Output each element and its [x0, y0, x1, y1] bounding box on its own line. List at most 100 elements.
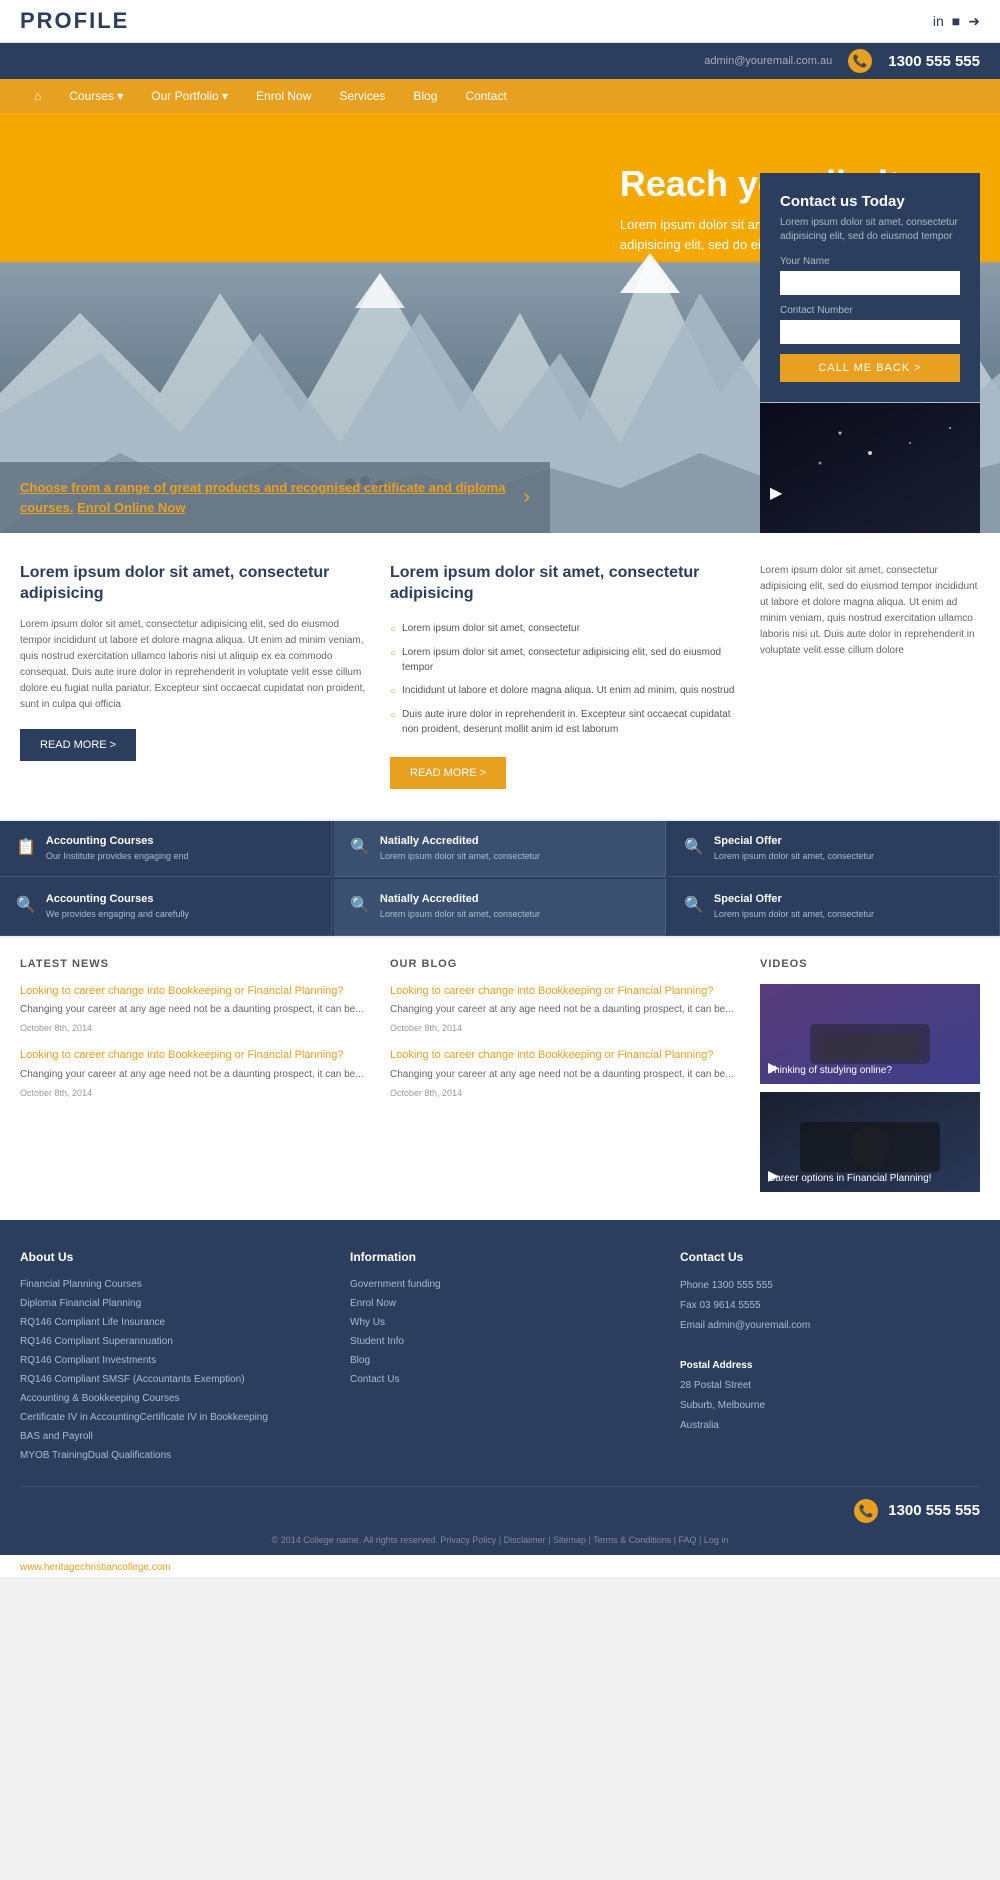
blog-link-2[interactable]: Looking to career change into Bookkeepin…	[390, 1048, 740, 1063]
col1-heading: Lorem ipsum dolor sit amet, consectetur …	[20, 563, 370, 605]
footer: About Us Financial Planning Courses Dipl…	[0, 1220, 1000, 1555]
copyright-text: © 2014 College name. All rights reserved…	[20, 1535, 980, 1545]
blog-link-1[interactable]: Looking to career change into Bookkeepin…	[390, 984, 740, 999]
latest-news-title: LATEST NEWS	[20, 958, 370, 970]
footer-contact-info: Phone 1300 555 555 Fax 03 9614 5555 Emai…	[680, 1276, 980, 1436]
latest-news-col: LATEST NEWS Looking to career change int…	[20, 958, 370, 1200]
video-card-1[interactable]: ▶ Thinking of studying online?	[760, 984, 980, 1084]
feature-icon-2: 🔍	[350, 837, 370, 857]
feature-item-6[interactable]: 🔍 Special Offer Lorem ipsum dolor sit am…	[668, 879, 1000, 936]
enrol-link[interactable]: Enrol Online Now	[77, 500, 185, 515]
footer-link[interactable]: BAS and Payroll	[20, 1431, 93, 1442]
nav-contact[interactable]: Contact	[451, 79, 520, 113]
footer-phone-icon: 📞	[854, 1499, 878, 1523]
feature-desc-1: Our Institute provides engaging end	[46, 850, 189, 863]
nav-portfolio[interactable]: Our Portfolio ▾	[137, 79, 242, 113]
footer-link[interactable]: Financial Planning Courses	[20, 1279, 142, 1290]
news-excerpt-2: Changing your career at any age need not…	[20, 1068, 370, 1082]
feature-title-3: Special Offer	[714, 835, 874, 847]
footer-link[interactable]: Why Us	[350, 1317, 385, 1328]
feature-icon-4: 🔍	[16, 895, 36, 915]
linkedin-icon[interactable]: in	[933, 13, 944, 30]
nav-home[interactable]: ⌂	[20, 79, 55, 113]
news-excerpt-1: Changing your career at any age need not…	[20, 1003, 370, 1017]
phone-number: 1300 555 555	[888, 53, 980, 70]
form-subtext: Lorem ipsum dolor sit amet, consectetur …	[780, 216, 960, 244]
footer-link[interactable]: RQ146 Compliant Life Insurance	[20, 1317, 165, 1328]
news-link-2[interactable]: Looking to career change into Bookkeepin…	[20, 1048, 370, 1063]
news-section: LATEST NEWS Looking to career change int…	[0, 938, 1000, 1220]
video-bg	[760, 403, 980, 533]
nav-blog[interactable]: Blog	[399, 79, 451, 113]
nav-enrol[interactable]: Enrol Now	[242, 79, 325, 113]
phone-input[interactable]	[780, 320, 960, 344]
blog-excerpt-2: Changing your career at any age need not…	[390, 1068, 740, 1082]
feature-title-1: Accounting Courses	[46, 835, 189, 847]
feature-item-1[interactable]: 📋 Accounting Courses Our Institute provi…	[0, 821, 332, 878]
feature-icon-3: 🔍	[684, 837, 704, 857]
footer-info-links: Government funding Enrol Now Why Us Stud…	[350, 1276, 650, 1385]
contact-form: Contact us Today Lorem ipsum dolor sit a…	[760, 173, 980, 402]
footer-link[interactable]: Enrol Now	[350, 1298, 396, 1309]
feature-title-4: Accounting Courses	[46, 893, 189, 905]
feature-text-1: Accounting Courses Our Institute provide…	[46, 835, 189, 863]
video-card-2[interactable]: ▶ Career options in Financial Planning!	[760, 1092, 980, 1192]
facebook-icon[interactable]: ■	[952, 13, 960, 30]
twitter-icon[interactable]: ➜	[968, 13, 980, 30]
col1-body: Lorem ipsum dolor sit amet, consectetur …	[20, 617, 370, 713]
bullet-list: Lorem ipsum dolor sit amet, consectetur …	[390, 617, 740, 741]
content-col3: Lorem ipsum dolor sit amet, consectetur …	[760, 563, 980, 789]
footer-link-item: Financial Planning Courses	[20, 1276, 320, 1290]
footer-link[interactable]: Government funding	[350, 1279, 441, 1290]
feature-title-5: Natially Accredited	[380, 893, 540, 905]
nav-courses[interactable]: Courses ▾	[55, 79, 137, 113]
feature-item-3[interactable]: 🔍 Special Offer Lorem ipsum dolor sit am…	[668, 821, 1000, 878]
video-thumbnail[interactable]: ▶ Hear what our students have to say!	[760, 403, 980, 533]
main-nav: ⌂ Courses ▾ Our Portfolio ▾ Enrol Now Se…	[0, 79, 1000, 113]
feature-item-5[interactable]: 🔍 Natially Accredited Lorem ipsum dolor …	[334, 879, 666, 936]
phone-label: Contact Number	[780, 305, 960, 316]
feature-icon-5: 🔍	[350, 895, 370, 915]
footer-link-item: Enrol Now	[350, 1295, 650, 1309]
news-link-1[interactable]: Looking to career change into Bookkeepin…	[20, 984, 370, 999]
footer-link[interactable]: Blog	[350, 1355, 370, 1366]
site-url[interactable]: www.heritagechristiancollege.com	[20, 1562, 171, 1573]
call-back-button[interactable]: CALL ME BACK >	[780, 354, 960, 382]
footer-phone-number: 1300 555 555	[888, 1502, 980, 1519]
blog-item-2: Looking to career change into Bookkeepin…	[390, 1048, 740, 1098]
footer-link[interactable]: MYOB TrainingDual Qualifications	[20, 1450, 171, 1461]
feature-item-4[interactable]: 🔍 Accounting Courses We provides engagin…	[0, 879, 332, 936]
footer-link[interactable]: Accounting & Bookkeeping Courses	[20, 1393, 180, 1404]
footer-link-item: Blog	[350, 1352, 650, 1366]
news-item-2: Looking to career change into Bookkeepin…	[20, 1048, 370, 1098]
footer-info-title: Information	[350, 1250, 650, 1264]
footer-contact-title: Contact Us	[680, 1250, 980, 1264]
read-more-dark-button[interactable]: READ MORE >	[20, 729, 136, 761]
video-label-1: Thinking of studying online?	[760, 1057, 900, 1084]
footer-link-item: Certificate IV in AccountingCertificate …	[20, 1409, 320, 1423]
bullet-item: Duis aute irure dolor in reprehenderit i…	[390, 703, 740, 741]
next-arrow[interactable]: ›	[523, 486, 530, 509]
nav-services[interactable]: Services	[325, 79, 399, 113]
footer-link[interactable]: RQ146 Compliant SMSF (Accountants Exempt…	[20, 1374, 245, 1385]
content-col1: Lorem ipsum dolor sit amet, consectetur …	[20, 563, 370, 789]
read-more-gold-button[interactable]: READ MORE >	[390, 757, 506, 789]
features-grid: 📋 Accounting Courses Our Institute provi…	[0, 821, 1000, 936]
video-label-2: Career options in Financial Planning!	[760, 1165, 939, 1192]
footer-link[interactable]: Diploma Financial Planning	[20, 1298, 141, 1309]
footer-about-title: About Us	[20, 1250, 320, 1264]
footer-info-col: Information Government funding Enrol Now…	[350, 1250, 650, 1466]
blog-title: OUR BLOG	[390, 958, 740, 970]
bottom-url-bar: www.heritagechristiancollege.com	[0, 1555, 1000, 1577]
name-input[interactable]	[780, 271, 960, 295]
feature-item-2[interactable]: 🔍 Natially Accredited Lorem ipsum dolor …	[334, 821, 666, 878]
footer-link[interactable]: Contact Us	[350, 1374, 399, 1385]
footer-link[interactable]: RQ146 Compliant Investments	[20, 1355, 156, 1366]
bullet-item: Lorem ipsum dolor sit amet, consectetur …	[390, 641, 740, 679]
footer-link[interactable]: Student Info	[350, 1336, 404, 1347]
form-heading: Contact us Today	[780, 193, 960, 210]
footer-link-item: RQ146 Compliant Superannuation	[20, 1333, 320, 1347]
footer-link[interactable]: RQ146 Compliant Superannuation	[20, 1336, 173, 1347]
news-item-1: Looking to career change into Bookkeepin…	[20, 984, 370, 1034]
footer-link[interactable]: Certificate IV in AccountingCertificate …	[20, 1412, 268, 1423]
